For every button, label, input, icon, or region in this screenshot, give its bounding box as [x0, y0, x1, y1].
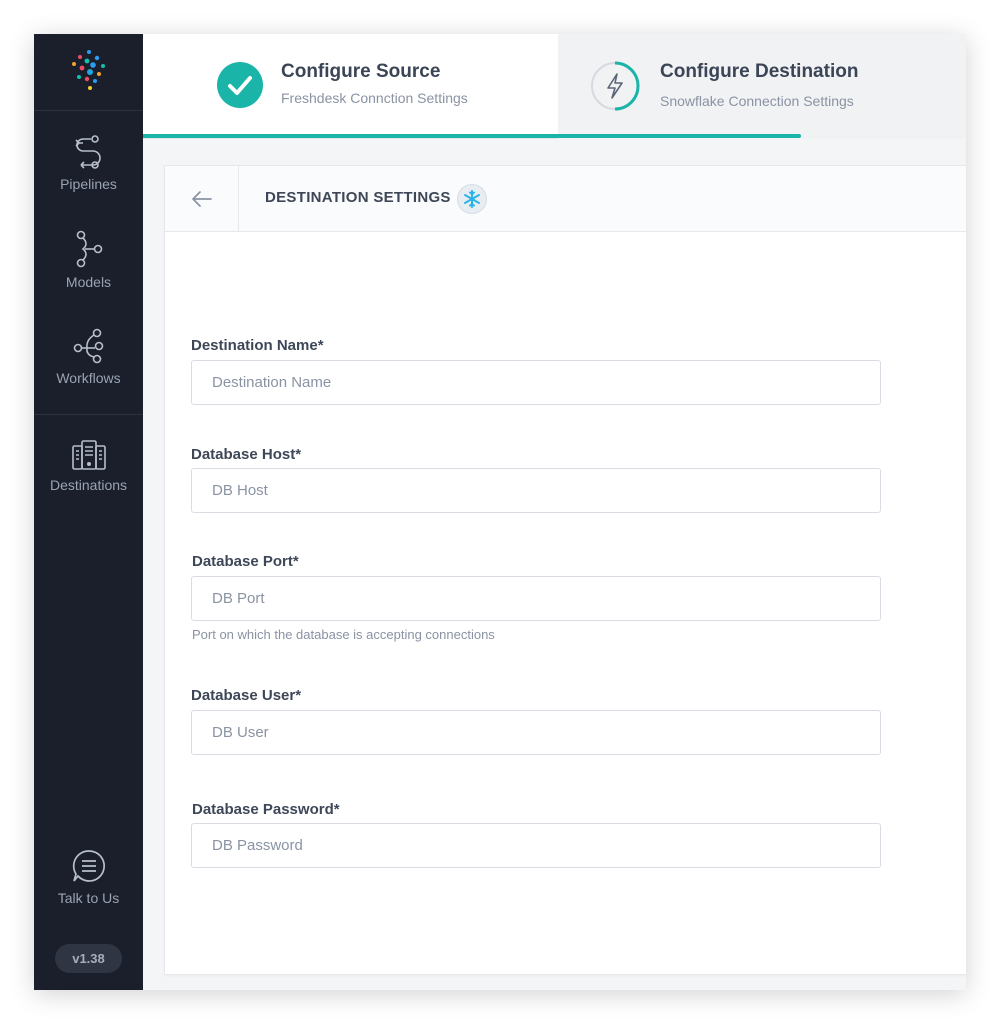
step-subtitle: Snowflake Connection Settings: [660, 93, 854, 109]
sidebar-item-label: Models: [65, 274, 112, 290]
database-port-label: Database Port*: [192, 553, 299, 570]
destinations-icon: [71, 440, 106, 470]
step-subtitle: Freshdesk Connction Settings: [281, 90, 468, 106]
database-host-input[interactable]: [191, 468, 881, 513]
step-configure-destination[interactable]: Configure Destination Snowflake Connecti…: [558, 34, 966, 139]
database-port-input[interactable]: [191, 576, 881, 621]
step-title: Configure Source: [281, 61, 441, 82]
app-logo[interactable]: [34, 34, 143, 111]
workflows-icon: [73, 328, 103, 364]
models-icon: [76, 230, 102, 268]
destination-name-label: Destination Name*: [191, 337, 324, 354]
version-badge: v1.38: [55, 944, 122, 973]
talk-to-us-button[interactable]: Talk to Us: [34, 848, 143, 906]
step-title: Configure Destination: [660, 61, 859, 82]
snowflake-icon: [464, 190, 480, 208]
arrow-left-icon: [192, 191, 212, 207]
sidebar-item-destinations[interactable]: Destinations: [34, 439, 143, 493]
destination-name-input[interactable]: [191, 360, 881, 405]
sidebar: Pipelines Models Workflows Destinations …: [34, 34, 143, 990]
database-password-label: Database Password*: [192, 801, 340, 818]
sidebar-item-label: Destinations: [49, 477, 128, 493]
wizard-steps: Configure Source Freshdesk Connction Set…: [143, 34, 966, 139]
snowflake-badge: [457, 184, 487, 214]
wizard-progress-bar: [143, 134, 801, 138]
pipelines-icon: [74, 135, 101, 169]
talk-to-us-label: Talk to Us: [57, 890, 120, 906]
logo-icon: [72, 50, 105, 90]
database-port-hint: Port on which the database is accepting …: [192, 627, 495, 642]
database-user-label: Database User*: [191, 687, 302, 704]
card-title: DESTINATION SETTINGS: [265, 189, 451, 206]
sidebar-item-label: Workflows: [56, 370, 121, 386]
check-circle-icon: [217, 62, 263, 108]
database-password-input[interactable]: [191, 823, 881, 868]
database-host-label: Database Host*: [191, 446, 302, 463]
sidebar-item-models[interactable]: Models: [34, 230, 143, 290]
database-user-input[interactable]: [191, 710, 881, 755]
destination-settings-card: DESTINATION SETTINGS Destination Name* D…: [164, 165, 966, 975]
sidebar-item-workflows[interactable]: Workflows: [34, 328, 143, 386]
lightning-icon: [591, 61, 640, 111]
chat-icon: [72, 850, 105, 882]
sidebar-item-pipelines[interactable]: Pipelines: [34, 134, 143, 192]
card-header: DESTINATION SETTINGS: [165, 166, 966, 232]
sidebar-item-label: Pipelines: [60, 176, 117, 192]
back-button[interactable]: [165, 166, 239, 232]
app-window: Pipelines Models Workflows Destinations …: [34, 34, 966, 990]
sidebar-divider: [34, 414, 143, 415]
